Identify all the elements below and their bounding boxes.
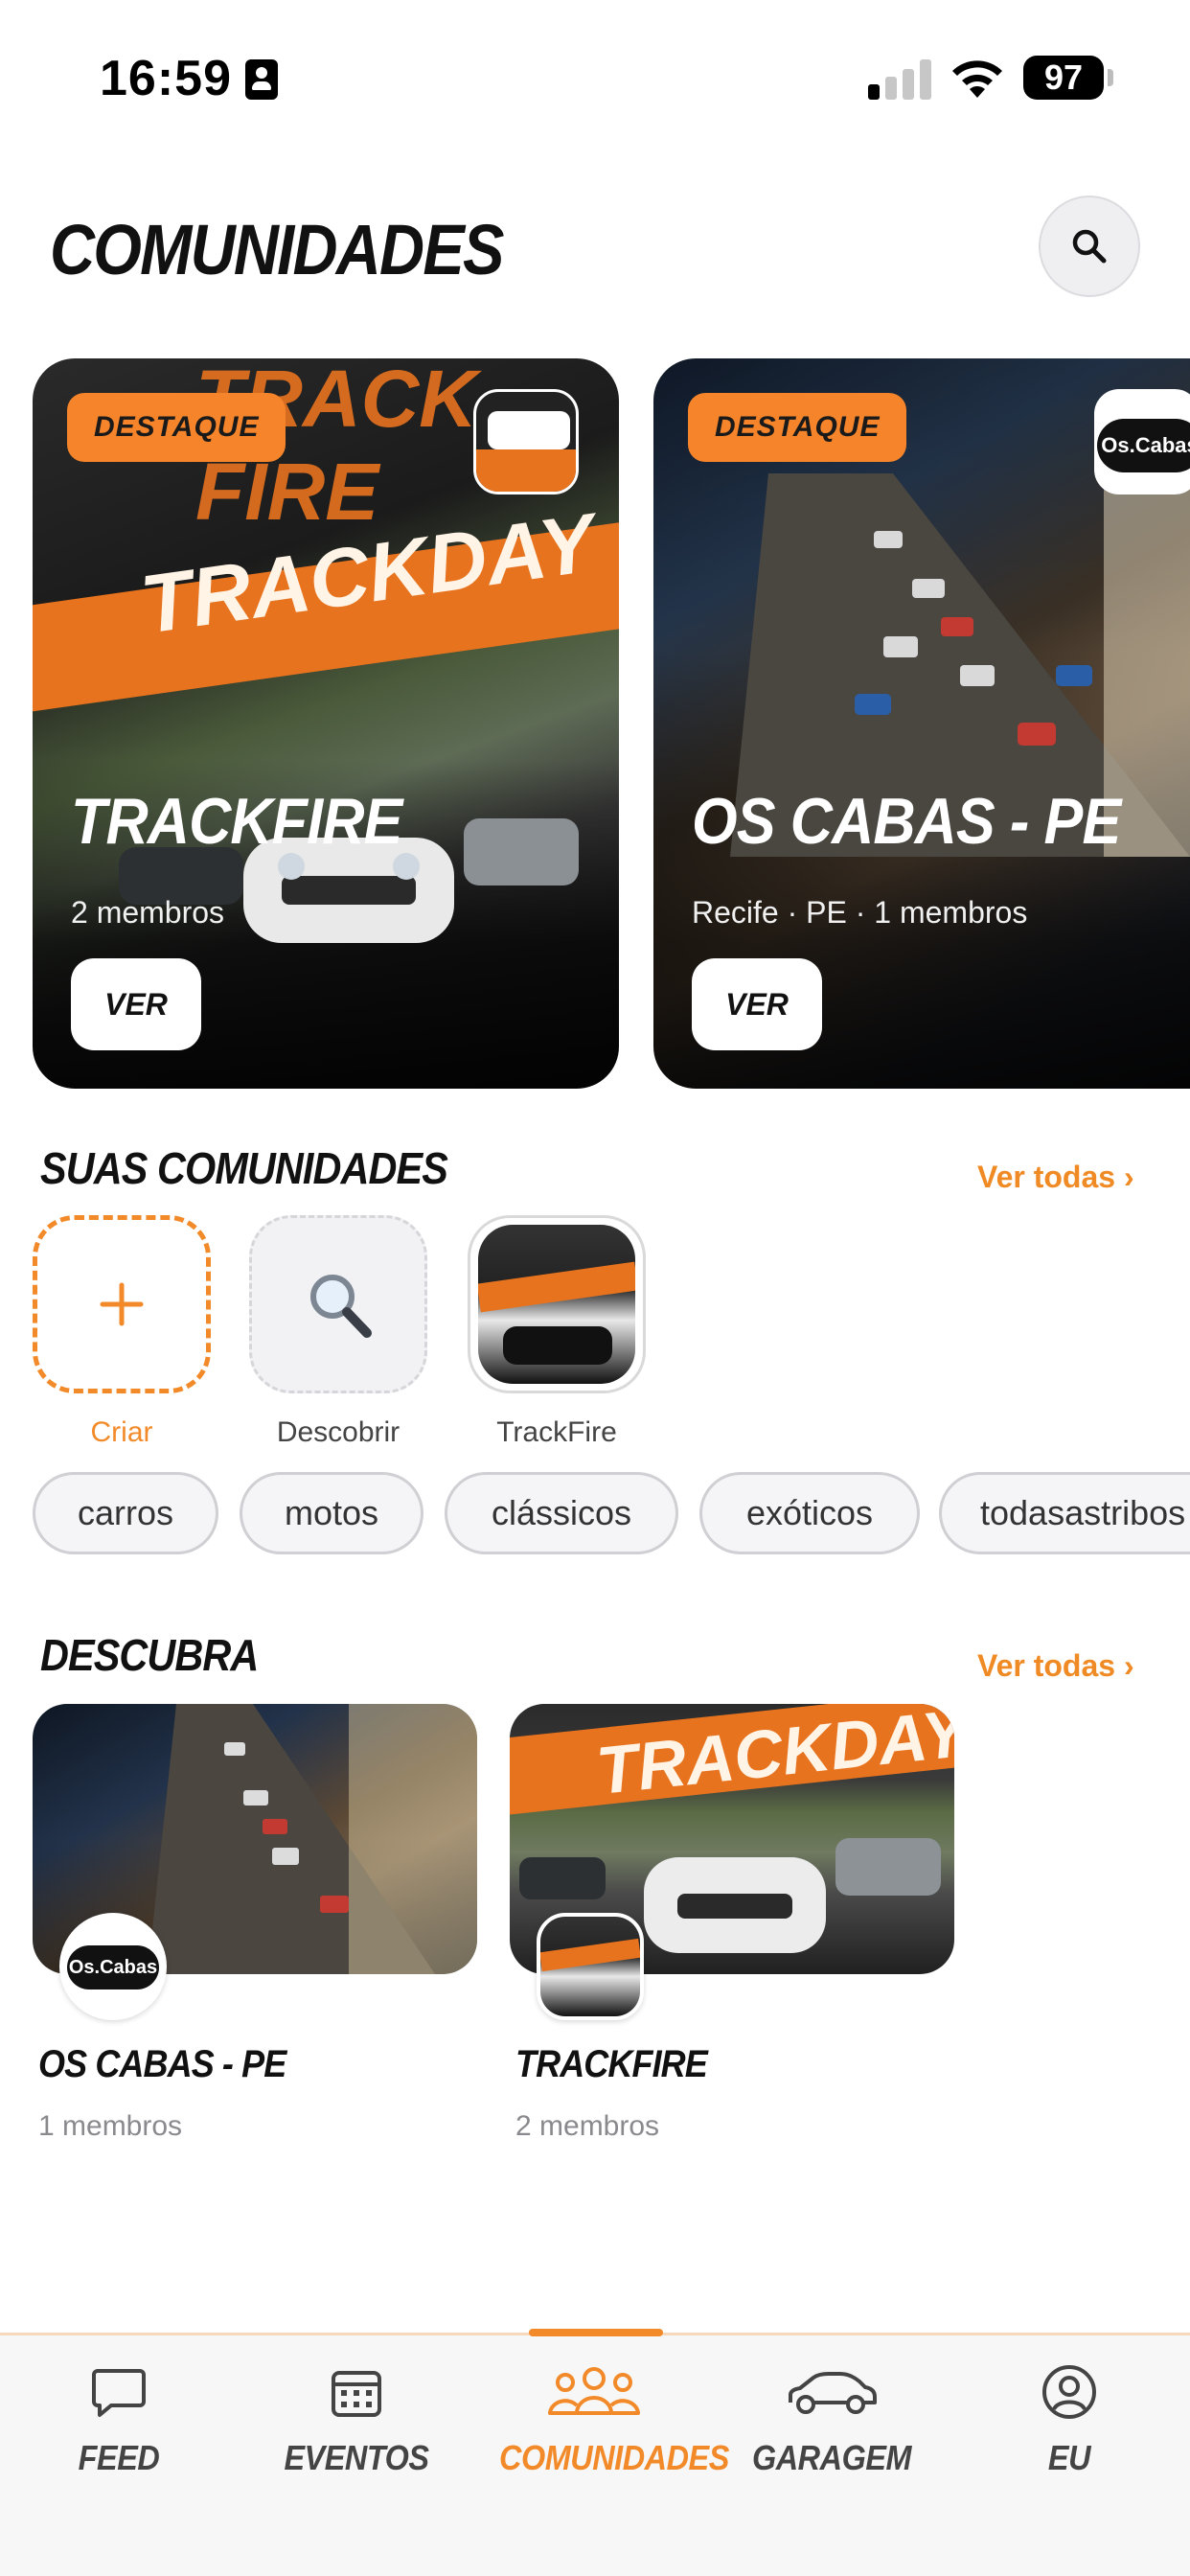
magnifier-icon [310,1275,372,1338]
battery-tip [1108,69,1113,86]
category-chips[interactable]: carros motos clássicos exóticos todasast… [0,1472,1190,1558]
discover-card-name[interactable]: TRACKFIRE [515,2043,708,2086]
status-bar: 16:59 97 [0,0,1190,153]
contact-card-icon [245,59,278,100]
tab-label: FEED [78,2438,160,2477]
create-tile-label: Criar [90,1416,153,1448]
featured-card-name: OS CABAS - PE [692,785,1121,858]
battery-indicator: 97 [1023,56,1104,100]
discover-card-members: 2 membros [515,2110,660,2142]
see-all-discover-link[interactable]: Ver todas › [977,1648,1134,1684]
discover-card-members: 1 membros [38,2110,183,2142]
tab-label: COMUNIDADES [499,2438,729,2477]
view-button[interactable]: VER [71,958,201,1050]
featured-card-meta: Recife · PE · 1 membros [692,895,1028,930]
tab-eventos[interactable]: EVENTOS [251,2358,462,2478]
chat-bubble-icon [92,2369,146,2417]
view-button[interactable]: VER [692,958,822,1050]
see-all-label: Ver todas [977,1160,1116,1194]
trackfire-logo [478,1225,635,1384]
active-tab-indicator [529,2329,663,2336]
see-all-label: Ver todas [977,1648,1116,1683]
create-community-button[interactable] [33,1215,211,1393]
chip-todasastribos[interactable]: todasastribos [939,1472,1190,1554]
calendar-icon [332,2371,381,2417]
chevron-right-icon: › [1123,1160,1134,1194]
status-time: 16:59 [100,51,232,106]
profile-icon [1042,2365,1096,2419]
section-title-discover: DESCUBRA [40,1630,259,1680]
featured-card-name: TRACKFIRE [71,785,402,858]
discover-logo-os-cabas: Os.Cabas [59,1913,167,2020]
featured-card-os-cabas[interactable]: DESTAQUE Os.Cabas OS CABAS - PE Recife ·… [653,358,1190,1089]
tab-feed[interactable]: FEED [13,2358,224,2478]
tab-label: GARAGEM [751,2438,912,2477]
section-title-my-communities: SUAS COMUNIDADES [40,1143,448,1193]
featured-carousel[interactable]: TRACK FIRE TRACKDAY DESTAQUE TRACKFIRE 2… [0,358,1190,1091]
featured-card-members: 2 membros [71,895,225,930]
tab-label: EVENTOS [284,2438,429,2477]
chevron-right-icon: › [1123,1648,1134,1683]
discover-card-name[interactable]: OS CABAS - PE [38,2043,286,2086]
people-icon [548,2367,640,2415]
cellular-signal-icon [868,58,931,100]
community-logo: Os.Cabas [1094,389,1190,494]
chip-exoticos[interactable]: exóticos [699,1472,920,1554]
discover-logo-trackfire [537,1913,644,2020]
car-icon [789,2372,877,2414]
community-logo-text: Os.Cabas [1097,419,1190,472]
community-logo [473,389,579,494]
discover-communities-button[interactable] [249,1215,427,1393]
search-button[interactable] [1039,196,1140,297]
chip-motos[interactable]: motos [240,1472,423,1554]
trackfire-community-tile[interactable] [468,1215,646,1393]
tab-garagem[interactable]: GARAGEM [726,2358,937,2478]
tab-comunidades[interactable]: COMUNIDADES [489,2358,729,2478]
see-all-my-communities-link[interactable]: Ver todas › [977,1160,1134,1195]
tab-eu[interactable]: EU [964,2358,1175,2478]
tab-label: EU [1047,2438,1091,2477]
chip-carros[interactable]: carros [33,1472,218,1554]
featured-badge: DESTAQUE [67,393,286,462]
search-icon [1072,229,1107,264]
trackfire-tile-label: TrackFire [496,1416,617,1448]
plus-icon [100,1282,144,1326]
featured-card-trackfire[interactable]: TRACK FIRE TRACKDAY DESTAQUE TRACKFIRE 2… [33,358,619,1089]
card-deco-title: TRACKDAY [592,1704,954,1809]
discover-tile-label: Descobrir [276,1416,400,1448]
wifi-icon [952,60,1002,98]
featured-badge: DESTAQUE [688,393,907,462]
community-logo-text: Os.Cabas [67,1945,159,1990]
page-title: COMUNIDADES [50,210,504,289]
chip-classicos[interactable]: clássicos [445,1472,678,1554]
